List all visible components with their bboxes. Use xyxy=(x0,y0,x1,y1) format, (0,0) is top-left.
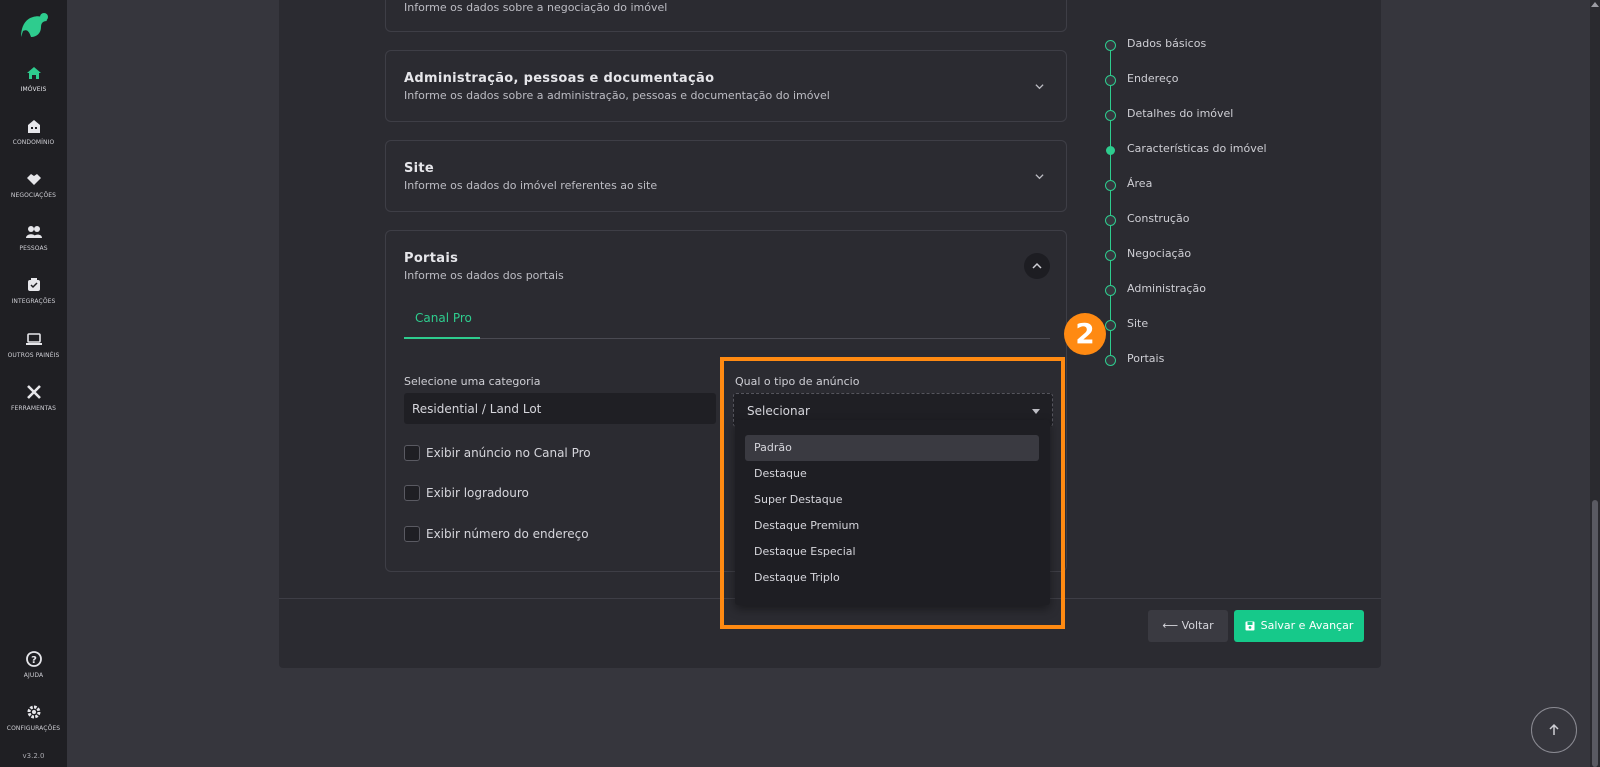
checkbox[interactable] xyxy=(404,485,420,501)
section-subtitle: Informe os dados sobre a administração, … xyxy=(404,89,830,102)
step-dot xyxy=(1105,320,1116,331)
save-icon xyxy=(1245,621,1255,631)
section-subtitle: Informe os dados sobre a negociação do i… xyxy=(404,1,668,14)
sidebar-item-configuracoes[interactable]: CONFIGURAÇÕES xyxy=(0,703,67,732)
scroll-to-top-button[interactable] xyxy=(1531,707,1577,753)
section-negociacao[interactable]: Informe os dados sobre a negociação do i… xyxy=(385,0,1067,32)
step-dot xyxy=(1105,285,1116,296)
section-title: Site xyxy=(404,161,435,176)
sidebar-item-imoveis[interactable]: IMÓVEIS xyxy=(0,64,67,93)
chevron-down-icon[interactable] xyxy=(1035,82,1044,91)
step-label: Site xyxy=(1127,317,1149,330)
active-tab-indicator xyxy=(404,337,480,339)
sidebar-item-label: IMÓVEIS xyxy=(20,86,47,93)
chevron-up-icon xyxy=(1032,262,1042,269)
people-icon xyxy=(25,226,42,238)
back-button[interactable]: ⟵ Voltar xyxy=(1148,610,1228,642)
step-label: Dados básicos xyxy=(1127,37,1207,50)
chevron-down-icon[interactable] xyxy=(1035,172,1044,181)
sidebar-item-label: OUTROS PAINÉIS xyxy=(7,352,60,359)
sidebar-item-label: CONDOMÍNIO xyxy=(12,139,55,146)
integration-icon xyxy=(27,278,40,291)
step-label: Construção xyxy=(1127,212,1190,225)
back-label: Voltar xyxy=(1181,619,1214,632)
annotation-highlight-box xyxy=(720,357,1065,629)
scroll-up-arrow-icon[interactable] xyxy=(1591,2,1599,7)
help-icon: ? xyxy=(25,651,42,667)
step-dot xyxy=(1106,146,1115,155)
checkbox-label: Exibir logradouro xyxy=(426,486,529,500)
laptop-icon xyxy=(25,333,42,345)
checkbox-label: Exibir anúncio no Canal Pro xyxy=(426,446,591,460)
tools-icon xyxy=(26,385,41,399)
scrollbar-thumb[interactable] xyxy=(1592,500,1598,767)
home-icon xyxy=(26,67,41,79)
page-scrollbar[interactable] xyxy=(1590,0,1600,767)
sidebar: IMÓVEIS CONDOMÍNIO NEGOCIAÇÕES PESSOAS I… xyxy=(0,0,67,767)
section-title: Portais xyxy=(404,251,459,266)
step-label: Características do imóvel xyxy=(1127,142,1267,155)
step-label: Detalhes do imóvel xyxy=(1127,107,1234,120)
building-icon xyxy=(27,120,40,133)
checkbox-label: Exibir número do endereço xyxy=(426,527,589,541)
logo-icon[interactable] xyxy=(17,11,51,39)
collapse-button[interactable] xyxy=(1024,253,1050,279)
sidebar-item-label: AJUDA xyxy=(23,672,44,679)
arrow-left-icon: ⟵ xyxy=(1162,619,1182,632)
step-dot xyxy=(1105,75,1116,86)
categoria-value: Residential / Land Lot xyxy=(412,402,542,416)
save-label: Salvar e Avançar xyxy=(1260,619,1354,632)
sidebar-item-pessoas[interactable]: PESSOAS xyxy=(0,223,67,252)
arrow-up-icon xyxy=(1549,723,1559,735)
step-label: Administração xyxy=(1127,282,1206,295)
step-label: Endereço xyxy=(1127,72,1179,85)
section-site[interactable]: Site Informe os dados do imóvel referent… xyxy=(385,140,1067,212)
section-subtitle: Informe os dados dos portais xyxy=(404,269,564,282)
save-next-button[interactable]: Salvar e Avançar xyxy=(1234,610,1364,642)
sidebar-item-integracoes[interactable]: INTEGRAÇÕES xyxy=(0,276,67,305)
checkbox[interactable] xyxy=(404,526,420,542)
sidebar-item-ajuda[interactable]: ? AJUDA xyxy=(0,650,67,679)
sidebar-item-ferramentas[interactable]: FERRAMENTAS xyxy=(0,383,67,412)
sidebar-item-label: NEGOCIAÇÕES xyxy=(10,192,57,199)
stepper-line xyxy=(1110,47,1111,363)
svg-text:?: ? xyxy=(31,655,37,666)
categoria-label: Selecione uma categoria xyxy=(404,375,541,388)
step-dot xyxy=(1105,40,1116,51)
step-label: Área xyxy=(1127,177,1153,190)
sidebar-item-label: FERRAMENTAS xyxy=(10,405,57,412)
sidebar-item-negociacoes[interactable]: NEGOCIAÇÕES xyxy=(0,170,67,199)
step-dot xyxy=(1105,180,1116,191)
step-dot xyxy=(1105,215,1116,226)
step-dot xyxy=(1105,355,1116,366)
section-subtitle: Informe os dados do imóvel referentes ao… xyxy=(404,179,658,192)
section-administracao[interactable]: Administração, pessoas e documentação In… xyxy=(385,50,1067,122)
tab-divider xyxy=(404,338,1050,339)
sidebar-item-label: CONFIGURAÇÕES xyxy=(6,725,61,732)
section-title: Administração, pessoas e documentação xyxy=(404,71,715,86)
step-label: Negociação xyxy=(1127,247,1192,260)
tab-canal-pro[interactable]: Canal Pro xyxy=(404,311,483,325)
step-label: Portais xyxy=(1127,352,1165,365)
handshake-icon xyxy=(26,174,41,185)
step-dot xyxy=(1105,250,1116,261)
categoria-select[interactable]: Residential / Land Lot xyxy=(404,393,716,424)
checkbox[interactable] xyxy=(404,445,420,461)
annotation-step-badge: 2 xyxy=(1064,313,1106,355)
sidebar-item-label: PESSOAS xyxy=(19,245,48,252)
app-version: v3.2.0 xyxy=(22,752,45,760)
step-dot xyxy=(1105,110,1116,121)
gear-icon xyxy=(27,705,40,719)
sidebar-item-condominio[interactable]: CONDOMÍNIO xyxy=(0,117,67,146)
sidebar-item-label: INTEGRAÇÕES xyxy=(11,298,56,305)
sidebar-item-outros-paineis[interactable]: OUTROS PAINÉIS xyxy=(0,330,67,359)
